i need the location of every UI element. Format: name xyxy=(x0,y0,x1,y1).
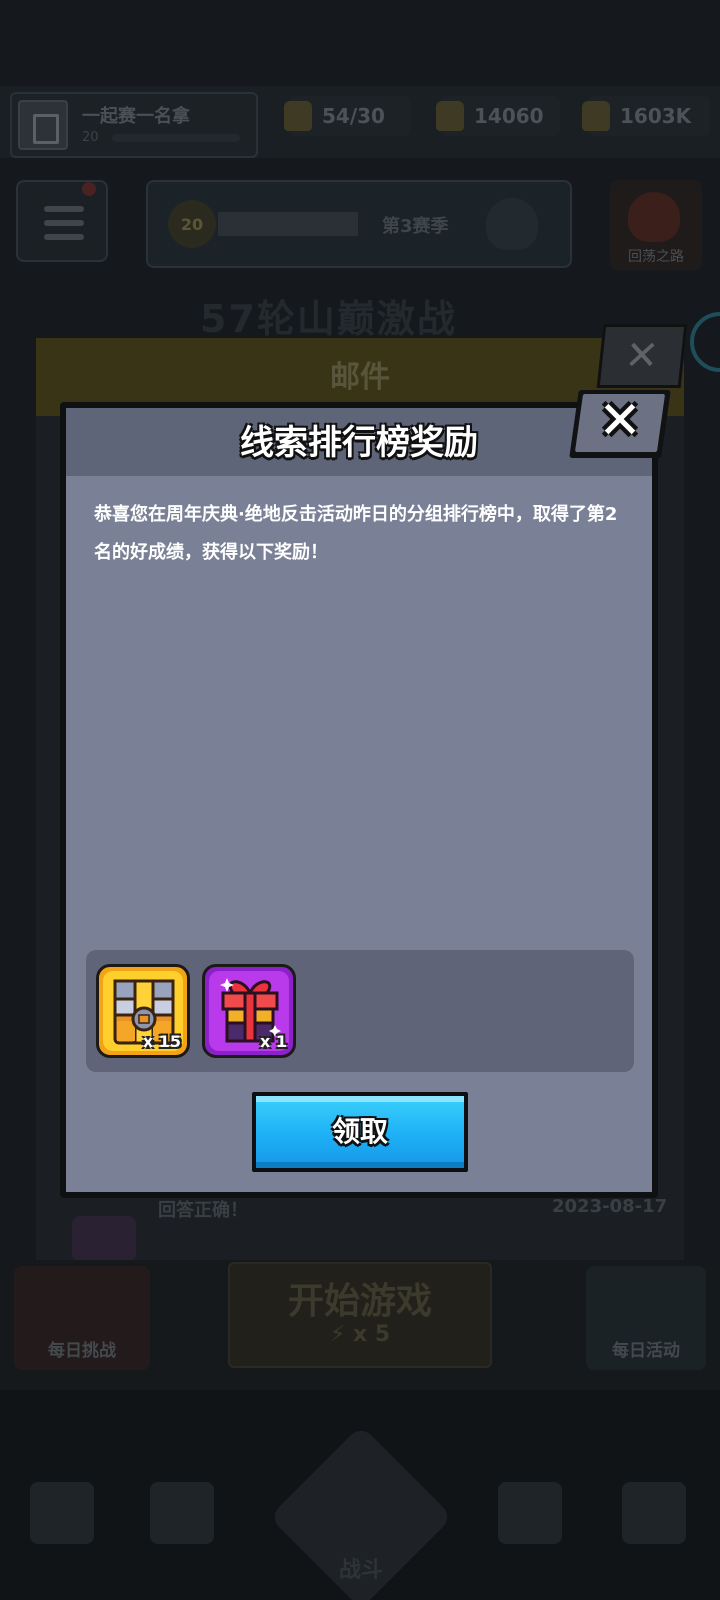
energy-value: 54/30 xyxy=(322,104,385,128)
reward-item-gold-chest[interactable]: x 15 xyxy=(96,964,190,1058)
season-pass-bar[interactable]: 20 第3赛季 xyxy=(146,180,572,268)
menu-icon-line xyxy=(44,206,84,212)
player-card[interactable]: 一起赛一名拿 20 xyxy=(10,92,258,158)
close-icon[interactable]: ✕ xyxy=(574,390,666,458)
coin-value: 14060 xyxy=(474,104,544,128)
dialog-message: 恭喜您在周年庆典·绝地反击活动昨日的分组排行榜中，取得了第2名的好成绩，获得以下… xyxy=(94,504,618,563)
claim-button-label: 领取 xyxy=(331,1115,388,1148)
claim-button[interactable]: 领取 xyxy=(252,1092,468,1172)
menu-icon-line xyxy=(44,234,84,240)
daily-challenge-label: 每日挑战 xyxy=(48,1341,116,1361)
reward-qty: x 15 xyxy=(142,1032,181,1051)
season-level-badge: 20 xyxy=(168,200,216,248)
notification-dot xyxy=(82,182,96,196)
nav-hero-icon[interactable] xyxy=(150,1482,214,1544)
energy-icon xyxy=(284,101,312,131)
map-button[interactable]: 回荡之路 xyxy=(610,180,702,270)
player-avatar xyxy=(18,100,68,150)
dialog-title: 线索排行榜奖励 xyxy=(240,423,478,463)
gift-icon xyxy=(72,1216,136,1262)
player-exp-bar xyxy=(112,134,240,142)
reward-item-purple-gift[interactable]: x 1 xyxy=(202,964,296,1058)
energy-counter[interactable]: 54/30 xyxy=(284,100,385,132)
close-icon: ✕ xyxy=(622,333,661,379)
start-game-cost: ⚡ x 5 xyxy=(329,1322,391,1347)
mail-close-button[interactable]: ✕ xyxy=(596,324,688,388)
menu-icon-line xyxy=(44,220,84,226)
coin-counter[interactable]: 14060 xyxy=(436,100,544,132)
event-title: 57轮山巅激战 xyxy=(200,297,457,341)
coin-icon xyxy=(436,101,464,131)
shield-icon xyxy=(486,198,538,250)
player-level: 20 xyxy=(82,130,99,145)
mail-row-date: 2023-08-17 xyxy=(552,1196,668,1217)
season-progress-bar xyxy=(218,212,358,236)
map-icon xyxy=(628,192,680,242)
season-label: 第3赛季 xyxy=(382,216,449,237)
player-name: 一起赛一名拿 xyxy=(82,106,190,127)
daily-event-label: 每日活动 xyxy=(612,1341,680,1361)
mail-row-text: 回答正确！ xyxy=(158,1200,248,1221)
reward-qty: x 1 xyxy=(259,1032,287,1051)
nav-shop-icon[interactable] xyxy=(30,1482,94,1544)
map-label: 回荡之路 xyxy=(628,249,684,265)
nav-weapon-icon[interactable] xyxy=(622,1482,686,1544)
power-counter[interactable]: 1603K xyxy=(582,100,691,132)
nav-skill-icon[interactable] xyxy=(498,1482,562,1544)
nav-battle-label: 战斗 xyxy=(338,1558,383,1583)
power-value: 1603K xyxy=(620,104,692,128)
trophy-icon xyxy=(582,101,610,131)
start-game-label: 开始游戏 xyxy=(287,1281,432,1322)
